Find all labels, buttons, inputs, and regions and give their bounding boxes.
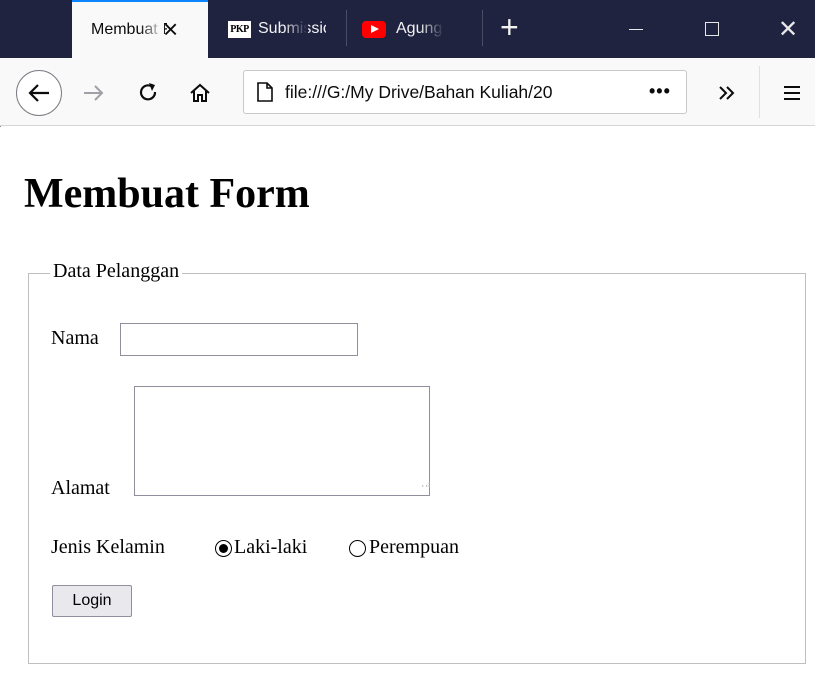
perempuan-label[interactable]: Perempuan (369, 536, 459, 559)
nama-input[interactable] (120, 323, 358, 356)
hamburger-menu-icon[interactable] (777, 78, 807, 108)
reload-icon[interactable] (133, 78, 163, 108)
navigation-toolbar: file:///G:/My Drive/Bahan Kuliah/20 ••• (0, 58, 815, 126)
tab-bar: Membuat Form × PKP Submission Agung + ✕ (0, 0, 815, 58)
forward-arrow-icon[interactable] (79, 78, 109, 108)
page-title: Membuat Form (24, 171, 310, 217)
jenis-kelamin-label: Jenis Kelamin (51, 536, 165, 558)
close-tab-icon[interactable]: × (163, 16, 178, 42)
resize-grip-icon[interactable]: ⠠⠴ (418, 480, 431, 492)
new-tab-icon[interactable]: + (500, 11, 519, 43)
back-arrow-icon[interactable] (16, 70, 62, 116)
minimize-icon[interactable] (606, 0, 666, 58)
alamat-label: Alamat (51, 477, 110, 499)
tab-separator (482, 10, 483, 46)
tab-membuat-form[interactable]: Membuat Form × (72, 0, 208, 58)
tab-agung[interactable]: Agung (346, 0, 482, 58)
login-button[interactable]: Login (52, 585, 132, 617)
youtube-icon (362, 20, 386, 38)
url-text[interactable]: file:///G:/My Drive/Bahan Kuliah/20 (285, 82, 615, 103)
maximize-icon[interactable] (682, 0, 742, 58)
url-bar[interactable]: file:///G:/My Drive/Bahan Kuliah/20 ••• (243, 70, 687, 114)
data-pelanggan-fieldset: Data Pelanggan Nama Alamat ⠠⠴ Jenis Kela… (28, 260, 806, 664)
radio-perempuan[interactable] (349, 540, 366, 557)
page-content: Membuat Form Data Pelanggan Nama Alamat … (0, 127, 815, 690)
home-icon[interactable] (185, 78, 215, 108)
alamat-textarea[interactable] (134, 386, 430, 496)
overflow-chevron-icon[interactable] (712, 78, 742, 108)
close-window-icon[interactable]: ✕ (758, 0, 815, 58)
fieldset-legend: Data Pelanggan (50, 260, 183, 283)
laki-laki-label[interactable]: Laki-laki (234, 536, 307, 559)
pkp-icon: PKP (228, 20, 251, 38)
toolbar-separator (759, 66, 760, 118)
radio-laki-laki[interactable] (215, 540, 232, 557)
page-icon (255, 81, 275, 103)
page-actions-icon[interactable]: ••• (649, 81, 671, 102)
nama-label: Nama (51, 327, 99, 349)
tab-submission[interactable]: PKP Submission (208, 0, 346, 58)
